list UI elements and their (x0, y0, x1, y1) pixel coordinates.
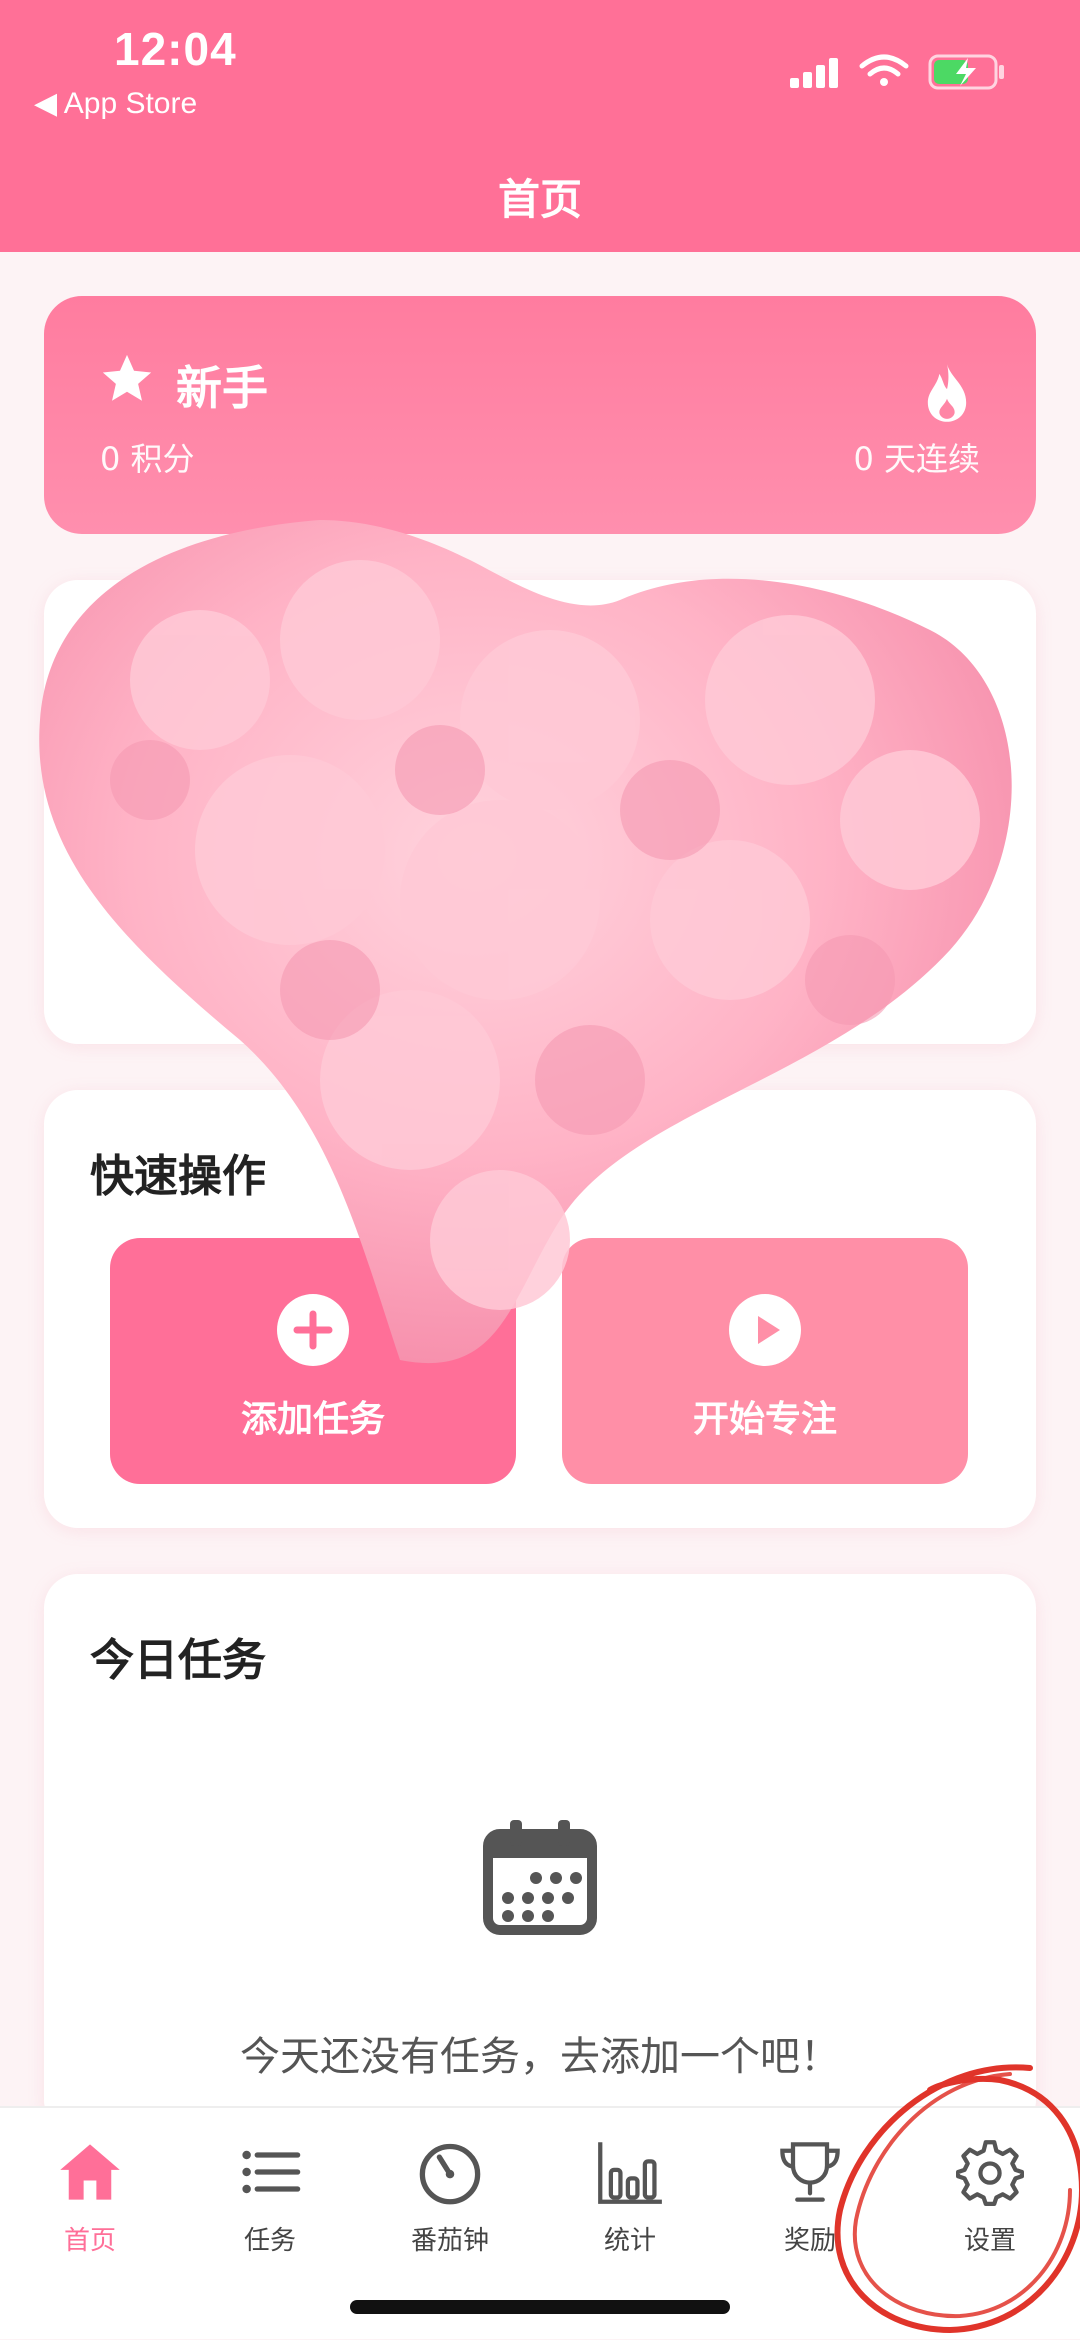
bar-chart-icon (598, 2142, 662, 2204)
tab-home[interactable]: 首页 (0, 2128, 180, 2268)
today-tasks-card: 今日任务 今天还没有任务，去添加一个吧！ (44, 1574, 1036, 2134)
page-title: 首页 (497, 175, 582, 224)
tab-stats-label: 统计 (603, 2226, 656, 2256)
tab-stats[interactable]: 统计 (540, 2128, 720, 2268)
back-to-app-store-link[interactable]: ◀ App Store (34, 86, 197, 121)
signal-icon (790, 58, 838, 88)
start-focus-label: 开始专注 (692, 1399, 837, 1440)
streak-text: 0 天连续 (853, 440, 980, 478)
flame-icon (927, 364, 967, 422)
calendar-icon (483, 1820, 597, 1935)
level-card: 新手 0 积分 0 天连续 (44, 296, 1036, 534)
tab-tasks-label: 任务 (243, 2226, 296, 2256)
add-task-label: 添加任务 (240, 1399, 385, 1440)
tab-pomodoro[interactable]: 番茄钟 (360, 2128, 540, 2268)
pink-heart-decoration (39, 520, 1012, 1364)
app-header: 12:04 ◀ App Store 首页 (0, 0, 1080, 252)
wifi-icon (859, 54, 909, 86)
battery-icon (928, 54, 1004, 90)
status-icons (790, 54, 1004, 90)
timer-icon (419, 2143, 481, 2205)
red-annotation-circle (834, 2064, 1080, 2334)
star-icon (102, 354, 152, 401)
tab-tasks[interactable]: 任务 (180, 2128, 360, 2268)
tab-pomodoro-label: 番茄钟 (410, 2226, 489, 2256)
level-name: 新手 (176, 361, 268, 415)
list-icon (242, 2150, 301, 2194)
home-indicator (350, 2300, 730, 2314)
tab-home-label: 首页 (63, 2226, 116, 2256)
home-icon (60, 2144, 120, 2200)
today-tasks-title: 今日任务 (90, 1635, 266, 1686)
points-text: 0 积分 (100, 440, 195, 478)
status-time: 12:04 (114, 23, 237, 75)
